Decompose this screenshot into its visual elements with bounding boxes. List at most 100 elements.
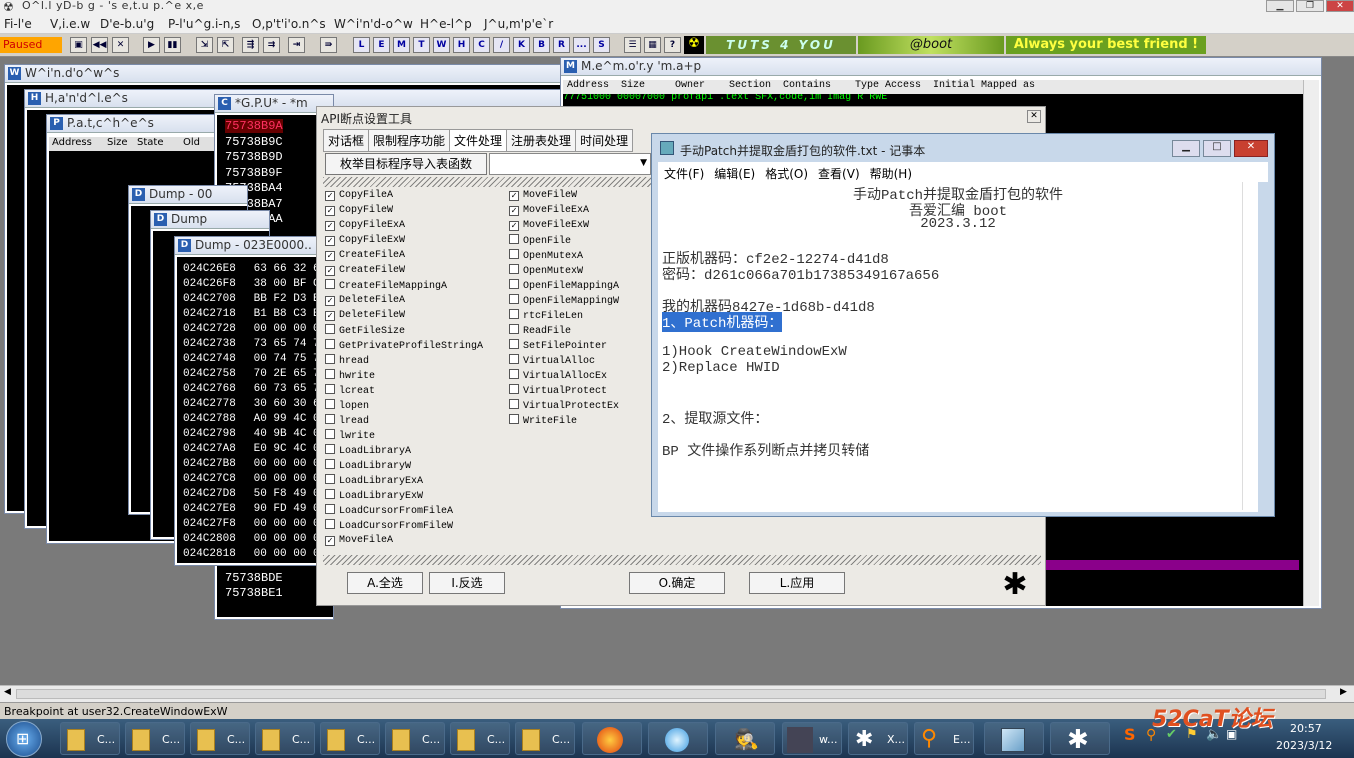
memory-row[interactable]: 77751000 00007000 profapi .text SFX,code… — [563, 94, 1303, 102]
api-checkbox-copyfilew[interactable]: ✓ CopyFileW — [325, 204, 393, 218]
restore-button[interactable]: ❐ — [1296, 0, 1324, 12]
toolbar-letter-b[interactable]: B — [533, 37, 550, 53]
api-checkbox-loadlibraryexa[interactable]: LoadLibraryExA — [325, 474, 423, 488]
checkbox[interactable]: ✓ — [325, 266, 335, 276]
api-checkbox-copyfileexw[interactable]: ✓ CopyFileExW — [325, 234, 405, 248]
api-checkbox-virtualprotect[interactable]: VirtualProtect — [509, 384, 607, 398]
api-checkbox-lwrite[interactable]: lwrite — [325, 429, 375, 443]
checkbox[interactable] — [325, 369, 335, 379]
checkbox[interactable]: ✓ — [509, 191, 519, 201]
taskbar-folder-1[interactable]: C... — [60, 722, 120, 755]
tab-restrict[interactable]: 限制程序功能 — [368, 129, 451, 152]
tab-dialog[interactable]: 对话框 — [323, 129, 370, 152]
dump-row[interactable]: 024C2718 B1 B8 C3 B — [183, 308, 321, 323]
checkbox[interactable] — [509, 369, 519, 379]
start-button[interactable]: ⊞ — [6, 721, 42, 757]
scroll-left-icon[interactable]: ◀ — [4, 687, 11, 697]
cpu-address-line[interactable]: 75738B9C — [225, 135, 283, 149]
col-address[interactable]: Address — [52, 137, 92, 148]
windows-window-header[interactable]: W W^i'n.d'o^w^s — [5, 65, 563, 83]
dump-row[interactable]: 024C2818 00 00 00 0 — [183, 548, 321, 563]
checkbox[interactable] — [509, 294, 519, 304]
col-owner[interactable]: Owner — [675, 80, 705, 91]
clock-time[interactable]: 20:57 — [1290, 722, 1322, 735]
taskbar-x-app[interactable]: ✱ X... — [848, 722, 908, 755]
toolbar-letter-k[interactable]: K — [513, 37, 530, 53]
api-checkbox-loadcursorfromfilea[interactable]: LoadCursorFromFileA — [325, 504, 453, 518]
scroll-thumb[interactable] — [16, 689, 1326, 699]
col-size[interactable]: Size — [107, 137, 128, 148]
api-checkbox-getprivateprofilestringa[interactable]: GetPrivateProfileStringA — [325, 339, 483, 353]
checkbox[interactable]: ✓ — [325, 251, 335, 261]
checkbox[interactable]: ✓ — [509, 206, 519, 216]
toolbar-letter-slash[interactable]: / — [493, 37, 510, 53]
taskbar-folder-6[interactable]: C... — [385, 722, 445, 755]
checkbox[interactable]: ✓ — [325, 236, 335, 246]
dump-row[interactable]: 024C27D8 50 F8 49 0 — [183, 488, 321, 503]
dump1-header[interactable]: D Dump - 00 — [129, 186, 247, 204]
clock-date[interactable]: 2023/3/12 — [1276, 739, 1332, 752]
notepad-scrollbar[interactable] — [1242, 182, 1256, 510]
api-checkbox-movefileexw[interactable]: ✓ MoveFileExW — [509, 219, 589, 233]
restart-icon[interactable]: ◀◀ — [91, 37, 108, 53]
api-checkbox-writefile[interactable]: WriteFile — [509, 414, 577, 428]
pause-icon[interactable]: ▮▮ — [164, 37, 181, 53]
col-contains[interactable]: Contains — [783, 80, 831, 91]
memory-map-header[interactable]: M M.e^m.o'r.y 'm.a+p — [561, 58, 1321, 76]
toolbar-letter-h[interactable]: H — [453, 37, 470, 53]
checkbox[interactable] — [325, 384, 335, 394]
step-over-icon[interactable]: ⇱ — [217, 37, 234, 53]
minimize-button[interactable]: ▁ — [1172, 140, 1200, 157]
checkbox[interactable] — [325, 414, 335, 424]
col-old[interactable]: Old — [183, 137, 200, 148]
col-address[interactable]: Address — [567, 80, 609, 91]
close-button[interactable]: ✕ — [1234, 140, 1268, 157]
api-checkbox-openmutexw[interactable]: OpenMutexW — [509, 264, 583, 278]
tab-time[interactable]: 时间处理 — [575, 129, 634, 152]
checkbox[interactable] — [325, 354, 335, 364]
api-checkbox-openfile[interactable]: OpenFile — [509, 234, 571, 248]
checkbox[interactable]: ✓ — [325, 221, 335, 231]
checkbox[interactable] — [325, 399, 335, 409]
step-into-icon[interactable]: ⇲ — [196, 37, 213, 53]
menu-view[interactable]: 查看(V) — [818, 167, 860, 181]
toolbar-letter-r[interactable]: R — [553, 37, 570, 53]
close-icon[interactable]: ✕ — [1027, 110, 1041, 123]
col-type[interactable]: Type — [855, 80, 879, 91]
api-checkbox-openfilemappingw[interactable]: OpenFileMappingW — [509, 294, 619, 308]
checkbox[interactable]: ✓ — [325, 191, 335, 201]
checkbox[interactable] — [325, 444, 335, 454]
checkbox[interactable] — [509, 264, 519, 274]
dump-row[interactable]: 024C2768 60 73 65 7 — [183, 383, 321, 398]
taskbar-w-app[interactable]: w... — [782, 722, 842, 755]
col-access[interactable]: Access — [885, 80, 921, 91]
api-checkbox-rtcfilelen[interactable]: rtcFileLen — [509, 309, 583, 323]
cpu-address-line[interactable]: 75738BE1 — [225, 586, 283, 600]
toolbar-letter-dots[interactable]: ... — [573, 37, 590, 53]
trace-over-icon[interactable]: ⇉ — [263, 37, 280, 53]
toolbar-letter-w[interactable]: W — [433, 37, 450, 53]
taskbar-folder-7[interactable]: C... — [450, 722, 510, 755]
memory-scrollbar[interactable] — [1303, 80, 1319, 606]
api-checkbox-createfilemappinga[interactable]: CreateFileMappingA — [325, 279, 447, 293]
checkbox[interactable]: ✓ — [325, 206, 335, 216]
notepad-text-area[interactable]: 手动Patch并提取金盾打包的软件 吾爱汇编 boot 2023.3.12 正版… — [658, 182, 1258, 512]
api-checkbox-loadlibrarya[interactable]: LoadLibraryA — [325, 444, 411, 458]
checkbox[interactable] — [509, 249, 519, 259]
enum-imports-button[interactable]: 枚举目标程序导入表函数 — [325, 153, 487, 175]
import-select[interactable]: ▼ — [489, 153, 651, 175]
col-mapped-as[interactable]: Mapped as — [981, 80, 1035, 91]
toolbar-letter-l[interactable]: L — [353, 37, 370, 53]
checkbox[interactable] — [509, 309, 519, 319]
api-checkbox-createfilew[interactable]: ✓ CreateFileW — [325, 264, 405, 278]
api-checkbox-openfilemappinga[interactable]: OpenFileMappingA — [509, 279, 619, 293]
dump-row[interactable]: 024C26E8 63 66 32 6 — [183, 263, 321, 278]
col-section[interactable]: Section — [729, 80, 771, 91]
checkbox[interactable] — [509, 414, 519, 424]
api-checkbox-movefilew[interactable]: ✓ MoveFileW — [509, 189, 577, 203]
checkbox[interactable] — [509, 384, 519, 394]
api-checkbox-movefilea[interactable]: ✓ MoveFileA — [325, 534, 393, 548]
checkbox[interactable] — [325, 324, 335, 334]
dump3-header[interactable]: D Dump - 023E0000.. — [175, 237, 321, 255]
taskbar-agent[interactable]: 🕵 — [715, 722, 775, 755]
